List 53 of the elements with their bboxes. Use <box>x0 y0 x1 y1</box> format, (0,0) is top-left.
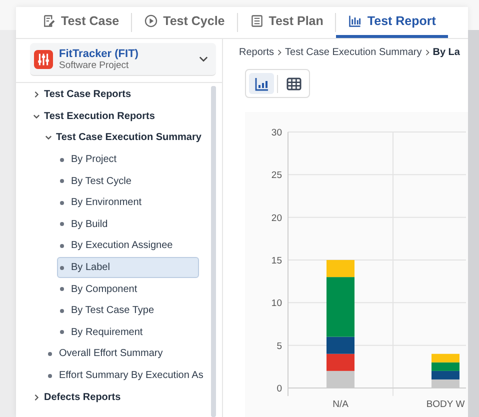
tab[interactable]: Test Case <box>30 7 132 38</box>
category-label: N/A <box>332 399 348 410</box>
edit-document-icon <box>42 14 56 28</box>
tab[interactable]: Test Plan <box>238 7 336 38</box>
tree-group[interactable]: Defects Reports <box>44 392 121 403</box>
bar-segment <box>326 354 354 371</box>
play-circle-icon <box>144 14 158 28</box>
tree-item[interactable]: Effort Summary By Execution As <box>45 365 208 386</box>
chevron-right-icon[interactable] <box>33 394 40 401</box>
tab[interactable]: Test Report <box>336 7 448 38</box>
axis-tick-label: 20 <box>271 212 282 224</box>
category-label: BODY W <box>426 399 465 410</box>
table-grid-icon <box>286 76 302 92</box>
tree-group[interactable]: Test Case Execution Summary <box>56 132 202 144</box>
breadcrumb-link[interactable]: Test Case Execution Summary <box>285 47 422 58</box>
page-scrollbar[interactable] <box>468 30 479 417</box>
chevron-right-icon[interactable] <box>33 91 40 98</box>
bar-chart-icon <box>254 76 270 92</box>
project-type: Software Project <box>59 60 130 70</box>
scrollbar[interactable] <box>211 86 216 417</box>
axis-tick-label: 25 <box>271 170 282 182</box>
tree-item[interactable]: By Label <box>57 257 199 278</box>
project-name: FitTracker (FIT) <box>59 48 140 60</box>
axis-tick-label: 0 <box>276 384 282 394</box>
tree-item[interactable]: Overall Effort Summary <box>45 343 187 364</box>
tree-group[interactable]: Test Case Reports <box>44 89 132 100</box>
chevron-down-icon <box>199 56 208 62</box>
axis-tick-label: 5 <box>276 340 282 352</box>
tree-item[interactable]: By Requirement <box>57 322 199 343</box>
tree-item[interactable]: By Execution Assignee <box>57 235 199 256</box>
list-document-icon <box>250 14 264 28</box>
tree-item[interactable]: By Test Case Type <box>57 300 199 322</box>
chevron-right-icon <box>277 49 282 56</box>
breadcrumb-link[interactable]: Reports <box>239 47 274 58</box>
tree-group[interactable]: Test Execution Reports <box>44 110 155 122</box>
project-selector[interactable]: FitTracker (FIT) Software Project <box>30 43 216 76</box>
tree-item[interactable]: By Build <box>57 214 199 235</box>
tree-item[interactable]: By Component <box>57 278 199 300</box>
chevron-down-icon[interactable] <box>45 134 52 142</box>
axis-tick-label: 10 <box>271 298 282 310</box>
axis-tick-label: 30 <box>271 128 282 138</box>
tree-item[interactable]: By Project <box>57 149 199 170</box>
bar-chart-icon <box>348 14 362 28</box>
chevron-right-icon <box>424 49 430 56</box>
chart-view-button[interactable] <box>249 73 274 94</box>
tree-item[interactable]: By Test Cycle <box>57 170 199 192</box>
tree-item[interactable]: By Environment <box>57 192 199 214</box>
tab[interactable]: Test Cycle <box>132 7 237 38</box>
axis-tick-label: 15 <box>271 256 282 266</box>
bar-segment <box>432 354 460 362</box>
chevron-down-icon[interactable] <box>33 112 40 120</box>
breadcrumb-current: By La <box>432 47 460 58</box>
sliders-icon <box>34 50 53 68</box>
